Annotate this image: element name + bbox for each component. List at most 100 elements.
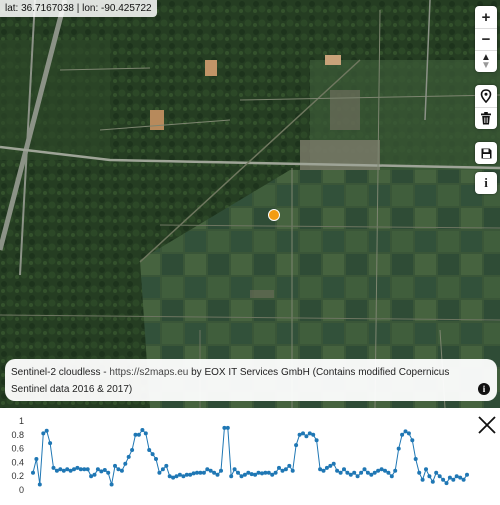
data-point[interactable]	[283, 467, 288, 472]
data-point[interactable]	[287, 463, 292, 468]
satellite-map[interactable]: lat: 36.7167038 | lon: -90.425722 + − ▲ ▼	[0, 0, 500, 408]
data-point[interactable]	[331, 461, 336, 466]
data-point[interactable]	[229, 474, 234, 479]
data-point[interactable]	[260, 471, 264, 476]
data-point[interactable]	[376, 468, 381, 473]
data-point[interactable]	[41, 431, 46, 436]
data-point[interactable]	[328, 463, 333, 468]
data-point[interactable]	[225, 425, 230, 430]
zoom-out-button[interactable]: −	[475, 28, 497, 50]
data-point[interactable]	[246, 470, 251, 475]
data-point[interactable]	[437, 474, 442, 479]
data-point[interactable]	[140, 428, 145, 432]
data-point[interactable]	[51, 465, 56, 470]
data-point[interactable]	[311, 432, 316, 437]
data-point[interactable]	[307, 431, 312, 436]
data-point[interactable]	[434, 470, 439, 475]
data-point[interactable]	[201, 470, 206, 475]
save-button[interactable]	[475, 142, 497, 164]
data-point[interactable]	[389, 474, 394, 479]
data-point[interactable]	[147, 448, 152, 452]
data-point[interactable]	[359, 470, 364, 475]
data-point[interactable]	[48, 441, 53, 446]
data-point[interactable]	[249, 472, 254, 477]
data-point[interactable]	[154, 457, 158, 461]
data-point[interactable]	[451, 477, 456, 482]
data-point[interactable]	[181, 474, 186, 479]
data-point[interactable]	[321, 468, 326, 473]
data-point[interactable]	[441, 477, 446, 482]
data-point[interactable]	[372, 470, 377, 475]
data-point[interactable]	[222, 425, 227, 430]
data-point[interactable]	[427, 474, 432, 479]
data-point[interactable]	[177, 472, 182, 477]
data-point[interactable]	[116, 467, 121, 472]
close-chart-icon[interactable]	[476, 414, 498, 436]
data-point[interactable]	[44, 428, 49, 433]
data-point[interactable]	[424, 467, 428, 472]
data-point[interactable]	[157, 470, 162, 475]
data-point[interactable]	[396, 446, 401, 451]
data-point[interactable]	[383, 468, 387, 473]
data-point[interactable]	[236, 470, 240, 475]
data-point[interactable]	[215, 472, 220, 477]
data-point[interactable]	[123, 461, 128, 466]
data-point[interactable]	[369, 472, 374, 477]
data-point[interactable]	[400, 432, 405, 437]
data-point[interactable]	[403, 429, 408, 434]
data-point[interactable]	[335, 468, 340, 473]
data-point[interactable]	[102, 468, 107, 472]
data-point[interactable]	[31, 470, 35, 475]
data-point[interactable]	[270, 472, 275, 477]
data-point[interactable]	[253, 472, 258, 477]
zoom-in-button[interactable]: +	[475, 6, 497, 28]
attribution-link[interactable]: https://s2maps.eu	[109, 367, 188, 378]
data-point[interactable]	[113, 463, 117, 468]
data-point[interactable]	[355, 474, 360, 479]
data-point[interactable]	[406, 431, 411, 436]
data-point[interactable]	[37, 482, 42, 487]
data-point[interactable]	[136, 432, 141, 437]
data-point[interactable]	[430, 479, 435, 484]
data-point[interactable]	[212, 470, 217, 475]
data-point[interactable]	[164, 463, 169, 468]
data-point[interactable]	[95, 467, 100, 472]
location-marker[interactable]	[268, 209, 280, 221]
info-button[interactable]: i	[475, 172, 497, 194]
data-point[interactable]	[413, 457, 418, 461]
data-point[interactable]	[345, 470, 350, 475]
data-point[interactable]	[458, 475, 463, 480]
data-point[interactable]	[85, 467, 90, 472]
data-point[interactable]	[348, 472, 353, 477]
data-point[interactable]	[198, 470, 203, 475]
data-point[interactable]	[143, 431, 148, 436]
data-point[interactable]	[352, 470, 357, 475]
data-point[interactable]	[242, 472, 247, 477]
data-point[interactable]	[420, 477, 425, 482]
data-point[interactable]	[324, 465, 329, 470]
data-point[interactable]	[150, 452, 155, 457]
data-point[interactable]	[461, 477, 466, 482]
data-point[interactable]	[208, 468, 213, 473]
data-point[interactable]	[465, 472, 469, 477]
data-point[interactable]	[314, 438, 319, 443]
data-point[interactable]	[219, 468, 223, 473]
data-point[interactable]	[386, 470, 391, 475]
data-point[interactable]	[447, 475, 452, 480]
data-point[interactable]	[277, 465, 281, 470]
data-point[interactable]	[92, 472, 97, 477]
data-point[interactable]	[290, 468, 295, 473]
data-point[interactable]	[301, 431, 305, 436]
data-point[interactable]	[362, 467, 367, 472]
attribution-info-icon[interactable]: i	[478, 383, 490, 395]
compass-button[interactable]: ▲ ▼	[475, 50, 497, 72]
data-point[interactable]	[34, 457, 39, 461]
data-point[interactable]	[191, 471, 196, 476]
data-point[interactable]	[342, 467, 346, 472]
data-point[interactable]	[338, 470, 343, 475]
data-point[interactable]	[410, 438, 415, 443]
data-point[interactable]	[417, 470, 422, 475]
data-point[interactable]	[294, 443, 299, 448]
data-point[interactable]	[126, 454, 131, 459]
data-point[interactable]	[99, 469, 104, 474]
